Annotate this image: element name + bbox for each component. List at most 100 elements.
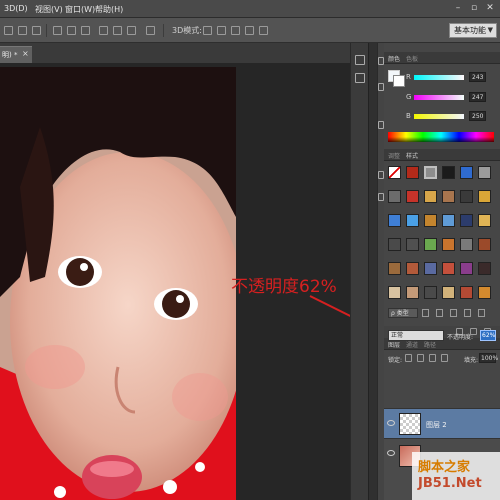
channel-value-b[interactable]: 250 — [469, 111, 486, 121]
channel-value-g[interactable]: 247 — [469, 92, 486, 102]
style-swatch[interactable] — [424, 166, 437, 179]
history-icon[interactable] — [355, 55, 365, 65]
blend-mode-select[interactable]: 正常 — [388, 330, 444, 341]
channel-value-r[interactable]: 243 — [469, 72, 486, 82]
properties-icon[interactable] — [355, 73, 365, 83]
lock-transparency-icon[interactable] — [405, 354, 412, 362]
eye-icon[interactable] — [387, 450, 395, 456]
layer-kind-filter[interactable]: ρ 类型 — [388, 308, 418, 318]
style-swatch[interactable] — [460, 286, 473, 299]
document-tab[interactable]: 明) * × — [0, 46, 32, 63]
auto-align-icon[interactable] — [146, 26, 155, 35]
style-swatch[interactable] — [478, 286, 491, 299]
menu-help[interactable]: 帮助(H) — [95, 4, 123, 15]
document-tab-bar — [0, 43, 350, 63]
background-color-swatch[interactable] — [393, 75, 405, 87]
distribute-left-icon[interactable] — [99, 26, 108, 35]
type-filter-icon[interactable] — [450, 309, 457, 317]
close-window-button[interactable]: ✕ — [484, 3, 496, 14]
style-swatch[interactable] — [388, 214, 401, 227]
style-swatch[interactable] — [406, 238, 419, 251]
style-swatch[interactable] — [442, 190, 455, 203]
smart-object-filter-icon[interactable] — [478, 309, 485, 317]
minimize-button[interactable]: – — [452, 3, 464, 14]
style-swatch[interactable] — [424, 262, 437, 275]
style-swatch[interactable] — [460, 214, 473, 227]
style-swatch[interactable] — [388, 262, 401, 275]
tab-layers[interactable]: 图层 — [388, 340, 400, 349]
close-icon[interactable]: × — [22, 49, 29, 58]
style-swatch[interactable] — [460, 262, 473, 275]
workspace-switcher[interactable]: 基本功能 ▼ — [449, 23, 497, 38]
style-swatch[interactable] — [478, 238, 491, 251]
tab-color[interactable]: 颜色 — [388, 54, 400, 63]
style-swatch[interactable] — [388, 286, 401, 299]
style-swatch[interactable] — [424, 238, 437, 251]
opacity-input[interactable]: 62% — [480, 330, 496, 341]
align-right-icon[interactable] — [32, 26, 41, 35]
style-swatch[interactable] — [388, 166, 401, 179]
channel-slider-b[interactable] — [414, 114, 464, 119]
document-photo[interactable] — [0, 67, 236, 500]
style-swatch[interactable] — [478, 166, 491, 179]
align-center-icon[interactable] — [18, 26, 27, 35]
tab-channels[interactable]: 通道 — [406, 340, 418, 349]
style-swatch[interactable] — [442, 214, 455, 227]
style-swatch[interactable] — [424, 286, 437, 299]
style-swatch[interactable] — [406, 214, 419, 227]
menu-window[interactable]: 窗口(W) — [65, 4, 95, 15]
style-swatch[interactable] — [406, 190, 419, 203]
tab-adjustments[interactable]: 调整 — [388, 151, 400, 160]
menu-3d[interactable]: 3D(D) — [4, 4, 28, 13]
style-swatch[interactable] — [406, 262, 419, 275]
style-swatch[interactable] — [478, 214, 491, 227]
layer-name: 图层 2 — [426, 421, 447, 429]
3d-scale-icon[interactable] — [259, 26, 268, 35]
3d-pan-icon[interactable] — [231, 26, 240, 35]
distribute-right-icon[interactable] — [127, 26, 136, 35]
distribute-bottom-icon[interactable] — [81, 26, 90, 35]
lock-position-icon[interactable] — [429, 354, 436, 362]
tab-styles[interactable]: 样式 — [406, 151, 418, 160]
3d-rotate-icon[interactable] — [203, 26, 212, 35]
eye-icon[interactable] — [387, 420, 395, 426]
3d-roll-icon[interactable] — [217, 26, 226, 35]
lock-all-icon[interactable] — [441, 354, 448, 362]
fill-input[interactable]: 100% — [479, 353, 498, 363]
maximize-button[interactable]: ▫ — [468, 3, 480, 14]
tab-paths[interactable]: 路径 — [424, 340, 436, 349]
style-swatch[interactable] — [424, 214, 437, 227]
style-swatch[interactable] — [442, 238, 455, 251]
tab-swatches[interactable]: 色板 — [406, 54, 418, 63]
pixel-filter-icon[interactable] — [422, 309, 429, 317]
layer-thumbnail — [399, 413, 421, 435]
3d-slide-icon[interactable] — [245, 26, 254, 35]
style-swatch[interactable] — [388, 238, 401, 251]
style-swatch[interactable] — [460, 166, 473, 179]
style-swatch[interactable] — [406, 166, 419, 179]
channel-slider-r[interactable] — [414, 75, 464, 80]
style-swatch[interactable] — [460, 190, 473, 203]
style-swatch[interactable] — [442, 166, 455, 179]
style-swatch[interactable] — [460, 238, 473, 251]
panel-collapse-strip[interactable] — [368, 43, 377, 500]
style-swatch[interactable] — [406, 286, 419, 299]
layer-row[interactable]: 图层 2 — [384, 408, 500, 438]
adjustment-filter-icon[interactable] — [436, 309, 443, 317]
style-swatch[interactable] — [442, 262, 455, 275]
channel-slider-g[interactable] — [414, 95, 464, 100]
style-swatch[interactable] — [424, 190, 437, 203]
style-swatch[interactable] — [478, 190, 491, 203]
distribute-hcenter-icon[interactable] — [113, 26, 122, 35]
menu-view[interactable]: 视图(V) — [35, 4, 63, 15]
style-swatch[interactable] — [478, 262, 491, 275]
style-swatch[interactable] — [442, 286, 455, 299]
distribute-middle-icon[interactable] — [67, 26, 76, 35]
lock-pixels-icon[interactable] — [417, 354, 424, 362]
shape-filter-icon[interactable] — [464, 309, 471, 317]
align-left-icon[interactable] — [4, 26, 13, 35]
channel-label-r: R — [406, 73, 411, 81]
distribute-top-icon[interactable] — [53, 26, 62, 35]
style-swatch[interactable] — [388, 190, 401, 203]
color-spectrum-shade — [388, 137, 494, 142]
